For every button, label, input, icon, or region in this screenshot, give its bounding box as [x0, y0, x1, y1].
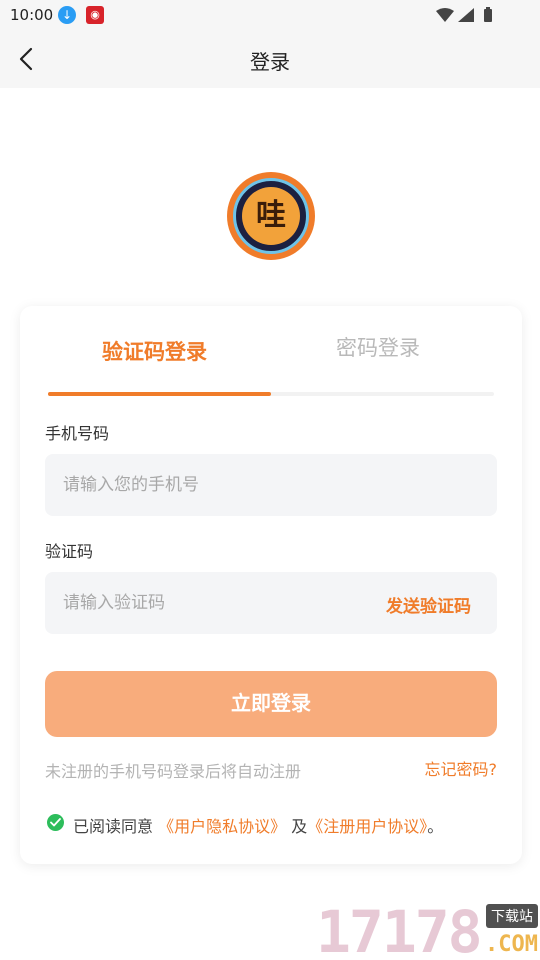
- login-button[interactable]: 立即登录: [45, 671, 497, 737]
- agree-checkbox[interactable]: [47, 814, 64, 831]
- privacy-agreement-link[interactable]: 《用户隐私协议》: [158, 817, 286, 836]
- tab-password-login[interactable]: 密码登录: [336, 332, 420, 362]
- code-label: 验证码: [45, 542, 94, 561]
- battery-icon: [484, 9, 492, 22]
- agreement-suffix: 。: [427, 817, 444, 836]
- status-icons: [434, 7, 506, 23]
- download-icon: ↓: [58, 6, 76, 24]
- watermark-tag: 下载站: [486, 904, 538, 928]
- status-bar: 10:00 ↓ ◉: [0, 0, 540, 30]
- login-card: 验证码登录 密码登录 手机号码 验证码 发送验证码 立即登录 未注册的手机号码登…: [20, 306, 522, 864]
- site-watermark: 17178 下载站 .COM: [316, 898, 540, 960]
- page-title: 登录: [250, 50, 290, 74]
- agreement-and: 及: [291, 817, 308, 836]
- watermark-number: 17178: [316, 898, 483, 960]
- nav-bar: 登录: [0, 30, 540, 88]
- signal-icon: [458, 8, 474, 22]
- send-code-button[interactable]: 发送验证码: [386, 592, 471, 617]
- agreement-prefix: 已阅读同意: [73, 817, 154, 836]
- register-agreement-link[interactable]: 《注册用户协议》: [307, 817, 427, 836]
- watermark-domain: .COM: [485, 932, 538, 957]
- app-notification-icon: ◉: [86, 6, 104, 24]
- wifi-icon: [436, 8, 454, 22]
- phone-input[interactable]: [45, 454, 497, 516]
- app-logo: 哇: [227, 172, 315, 260]
- tab-sms-login[interactable]: 验证码登录: [102, 336, 207, 366]
- auto-register-note: 未注册的手机号码登录后将自动注册: [45, 762, 302, 781]
- forgot-password-link[interactable]: 忘记密码?: [425, 756, 498, 780]
- phone-label: 手机号码: [45, 424, 110, 443]
- content-area: 哇 验证码登录 密码登录 手机号码 验证码 发送验证码 立即登录 未注册的手机号…: [0, 88, 540, 960]
- logo-character: 哇: [242, 187, 300, 245]
- tab-indicator: [48, 392, 271, 396]
- status-time: 10:00: [10, 6, 54, 24]
- check-icon: [50, 818, 61, 827]
